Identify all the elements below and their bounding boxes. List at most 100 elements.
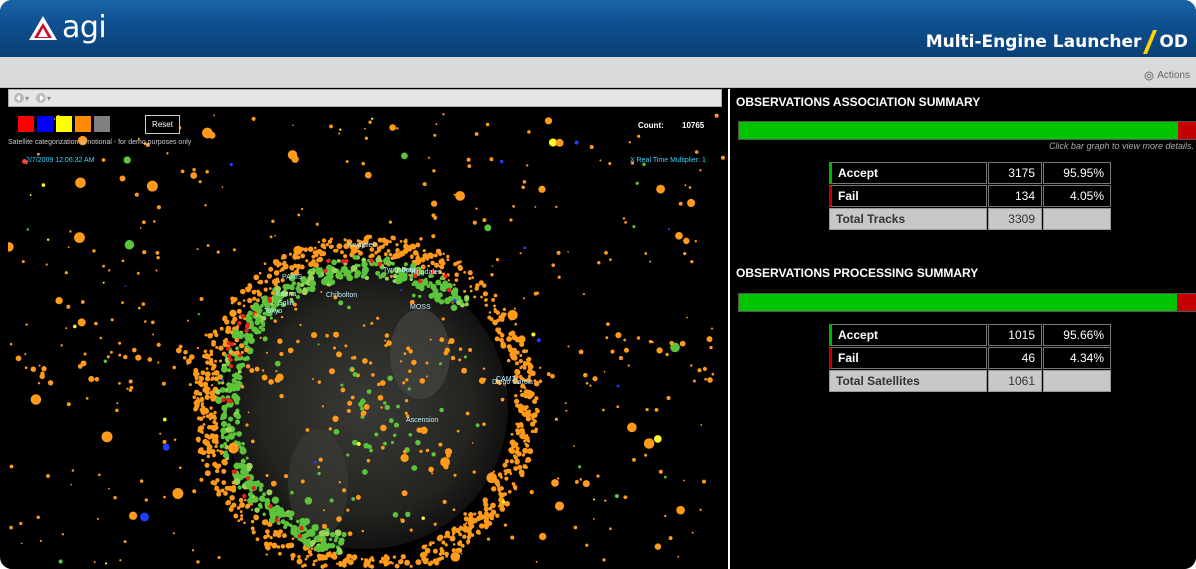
satellite-dot [450,304,458,311]
satellite-dot [333,346,336,350]
satellite-dot [488,521,493,526]
satellite-dot [533,380,540,387]
satellite-dot [214,332,219,338]
swatch-orange[interactable] [75,116,91,132]
satellite-dot [331,267,338,274]
satellite-dot [384,404,390,411]
swatch-gray[interactable] [94,116,110,132]
satellite-dot [323,275,330,283]
satellite-dot [315,267,322,273]
satellite-dot [519,252,522,255]
satellite-dot [198,426,203,431]
reset-button[interactable]: Reset [145,115,180,134]
satellite-dot [233,478,241,486]
satellite-dot [244,328,249,333]
satellite-dot [136,271,140,275]
association-bar[interactable] [738,121,1196,140]
satellite-dot [464,302,469,307]
satellite-dot [295,264,299,268]
satellite-dot [608,162,612,166]
satellite-dot [527,439,531,443]
satellite-dot [66,304,71,309]
satellite-dot [301,564,305,568]
satellite-dot [55,296,63,305]
satellite-dot [499,506,506,512]
satellite-dot [363,442,370,449]
satellite-dot [360,398,366,405]
satellite-dot [172,532,175,535]
swatch-yellow[interactable] [56,116,72,132]
processing-bar[interactable] [738,293,1196,312]
satellite-dot [157,361,160,364]
globe-viewer[interactable]: ▾ ▾ PARIS Chilbolton Eglin Tokyo Tyngsboro MO… [8,89,726,569]
satellite-dot [99,336,103,340]
satellite-dot [471,442,474,444]
actions-button[interactable]: Actions [1144,70,1190,81]
satellite-dot [118,382,121,385]
satellite-dot [441,317,445,321]
satellite-dot [381,237,387,243]
satellite-dot [93,561,96,564]
satellite-dot [262,321,266,325]
satellite-dot [603,370,606,373]
satellite-dot [432,169,436,173]
satellite-dot [427,264,430,268]
satellite-dot [211,341,216,347]
satellite-dot [508,490,512,494]
satellite-dot [329,368,335,375]
satellite-dot [602,408,605,412]
satellite-dot [197,312,200,316]
satellite-dot [119,559,122,562]
satellite-dot [357,264,361,268]
satellite-dot [636,336,641,340]
satellite-dot [336,516,342,522]
satellite-dot [244,335,252,342]
satellite-dot [219,386,226,393]
satellite-dot [499,486,504,491]
satellite-dot [25,323,28,326]
accept-label: Accept [829,162,987,184]
satellite-dot [274,360,281,367]
satellite-dot [9,464,14,469]
satellite-dot [354,274,358,279]
satellite-dot [466,541,470,545]
satellite-dot [478,512,483,517]
satellite-dot [688,186,692,189]
satellite-dot [489,157,494,162]
satellite-dot [232,329,240,336]
satellite-dot [521,453,526,457]
satellite-dot [452,532,455,536]
fail-label: Fail [829,185,987,207]
satellite-dot [388,418,394,424]
swatch-red[interactable] [18,116,34,132]
agi-logo: agi [28,12,107,44]
satellite-dot [24,353,27,356]
swatch-blue[interactable] [37,116,53,132]
satellite-dot [544,117,553,125]
satellite-dot [64,271,68,275]
table-row: Total Satellites 1061 [829,370,1111,392]
satellite-dot [435,279,442,286]
satellite-dot [385,262,389,266]
satellite-dot [245,364,251,369]
satellite-dot [511,347,518,353]
satellite-dot [525,443,530,448]
satellite-dot [522,350,524,353]
satellite-dot [610,349,615,354]
satellite-dot [189,354,195,360]
satellite-dot [347,400,353,406]
satellite-dot [526,356,532,362]
satellite-dot [404,399,409,403]
satellite-dot [637,134,641,138]
satellite-dot [280,315,284,319]
satellite-dot [110,318,114,322]
satellite-dot [515,403,520,408]
satellite-dot [309,552,313,557]
satellite-dot [264,497,271,504]
satellite-dot [162,443,170,451]
satellite-dot [632,457,636,462]
satellite-dot [252,296,257,301]
satellite-dot [199,397,205,403]
satellite-dot [205,170,209,174]
satellite-dot [452,298,457,303]
